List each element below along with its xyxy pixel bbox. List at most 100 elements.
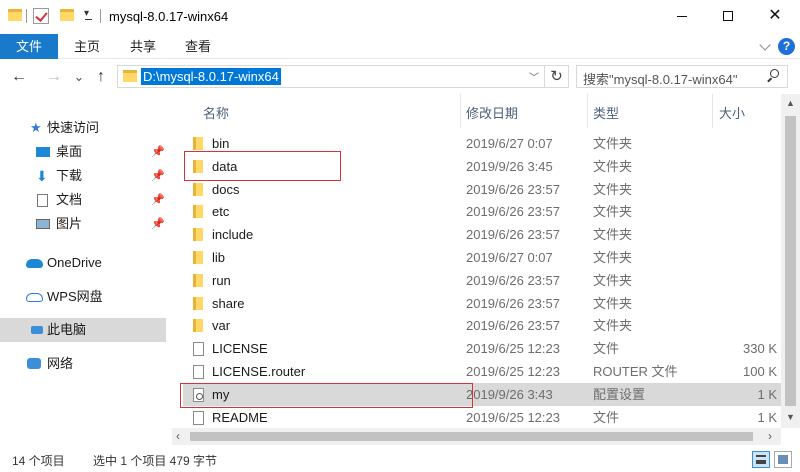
address-path[interactable]: D:\mysql-8.0.17-winx64 (141, 68, 281, 85)
file-name: README (212, 409, 268, 425)
column-header-date[interactable]: 修改日期 (461, 94, 587, 128)
back-button[interactable]: ← (10, 67, 28, 87)
file-row[interactable]: etc 2019/6/26 23:57 文件夹 (183, 200, 781, 223)
file-date: 2019/6/27 0:07 (466, 250, 553, 265)
tab-file[interactable]: 文件 (0, 34, 58, 59)
customize-toolbar-icon[interactable]: ▾ (84, 8, 93, 20)
file-row[interactable]: share 2019/6/26 23:57 文件夹 (183, 292, 781, 315)
pictures-icon (36, 219, 50, 229)
folder-icon (193, 228, 203, 242)
details-view-button[interactable] (752, 451, 770, 468)
title-bar: ▾ mysql-8.0.17-winx64 ✕ (0, 0, 800, 34)
desktop-icon (36, 147, 50, 157)
nav-label: 图片 (56, 216, 83, 231)
nav-item-onedrive[interactable]: OneDrive (0, 251, 166, 275)
selection-info: 选中 1 个项目 479 字节 (93, 454, 218, 468)
tab-home[interactable]: 主页 (72, 34, 102, 59)
file-date: 2019/9/26 3:43 (466, 386, 553, 402)
highlight-box-my (180, 383, 473, 408)
file-date: 2019/6/25 12:23 (466, 409, 560, 425)
folder-icon[interactable] (8, 9, 22, 21)
up-button[interactable]: ↑ (92, 67, 110, 87)
minimize-icon (677, 15, 687, 17)
file-row[interactable]: README 2019/6/25 12:23 文件 1 K (183, 406, 781, 429)
file-row[interactable]: LICENSE.router 2019/6/25 12:23 ROUTER 文件 10… (183, 360, 781, 383)
folder-icon (193, 251, 203, 264)
separator (26, 9, 27, 23)
new-folder-icon[interactable] (60, 9, 74, 21)
file-name: run (212, 272, 231, 288)
nav-item-this-pc[interactable]: 此电脑 (0, 318, 166, 342)
nav-item-desktop[interactable]: 桌面 📌 (0, 140, 166, 164)
address-bar[interactable]: D:\mysql-8.0.17-winx64 ﹀ (117, 65, 545, 88)
file-size: 100 K (743, 364, 777, 379)
nav-item-downloads[interactable]: ⬇ 下载 📌 (0, 164, 166, 188)
file-icon (193, 410, 204, 425)
nav-item-network[interactable]: 网络 (0, 352, 166, 376)
recent-locations-button[interactable]: ⌄ (70, 67, 88, 87)
pin-icon[interactable]: 📌 (151, 140, 165, 164)
folder-icon (193, 137, 203, 150)
column-header-size[interactable]: 大小 (713, 94, 781, 128)
file-date: 2019/6/26 23:57 (466, 227, 560, 243)
ribbon-tabs: 文件 主页 共享 查看 ? (0, 34, 800, 59)
file-type: 文件夹 (593, 250, 633, 265)
tab-view[interactable]: 查看 (183, 34, 213, 59)
scroll-left-icon[interactable]: ‹ (176, 429, 180, 443)
cloud-icon (26, 259, 43, 268)
column-label: 名称 (203, 106, 230, 121)
large-icons-view-button[interactable] (774, 451, 792, 468)
nav-item-documents[interactable]: 文档 📌 (0, 188, 166, 212)
file-row[interactable]: run 2019/6/26 23:57 文件夹 (183, 269, 781, 292)
file-date: 2019/6/26 23:57 (466, 318, 560, 334)
pin-icon[interactable]: 📌 (151, 164, 165, 188)
computer-icon (31, 326, 43, 334)
file-name: LICENSE.router (212, 364, 306, 379)
file-row[interactable]: include 2019/6/26 23:57 文件夹 (183, 223, 781, 246)
status-bar: 14 个项目 选中 1 个项目 479 字节 (0, 446, 800, 472)
column-label: 类型 (593, 106, 620, 121)
pin-icon[interactable]: 📌 (151, 212, 165, 236)
properties-check-icon[interactable] (33, 8, 49, 24)
file-name: docs (212, 181, 240, 197)
minimize-button[interactable] (659, 0, 705, 32)
chevron-down-icon[interactable]: ﹀ (529, 69, 539, 84)
file-type: 文件夹 (593, 295, 633, 311)
network-icon (27, 358, 41, 369)
nav-item-wps[interactable]: WPS网盘 (0, 285, 166, 309)
tab-share[interactable]: 共享 (128, 34, 158, 59)
vertical-scrollbar[interactable]: ▲ ▼ (781, 94, 800, 428)
close-button[interactable]: ✕ (752, 0, 798, 32)
scroll-up-icon[interactable]: ▲ (786, 98, 795, 108)
refresh-button[interactable]: ↻ (545, 65, 569, 88)
scroll-down-icon[interactable]: ▼ (786, 412, 795, 422)
nav-label: 桌面 (56, 144, 83, 159)
file-row[interactable]: LICENSE 2019/6/25 12:23 文件 330 K (183, 337, 781, 360)
forward-button[interactable]: → (45, 67, 63, 87)
scroll-thumb[interactable] (785, 116, 796, 406)
file-size: 1 K (757, 409, 777, 425)
scroll-thumb[interactable] (190, 432, 753, 441)
maximize-button[interactable] (705, 0, 751, 32)
nav-quick-access[interactable]: ★ 快速访问 (0, 116, 166, 140)
file-name: etc (212, 204, 230, 220)
file-row[interactable]: lib 2019/6/27 0:07 文件夹 (183, 246, 781, 269)
nav-item-pictures[interactable]: 图片 📌 (0, 212, 166, 236)
nav-label: 网络 (47, 356, 74, 371)
folder-icon (193, 296, 203, 310)
column-header-type[interactable]: 类型 (588, 94, 712, 128)
scroll-right-icon[interactable]: › (768, 429, 772, 443)
search-input[interactable]: 搜索"mysql-8.0.17-winx64" (576, 65, 788, 88)
search-icon[interactable] (766, 69, 779, 83)
help-icon[interactable]: ? (778, 38, 795, 55)
column-header-name[interactable]: 名称 (183, 94, 460, 128)
nav-label: 此电脑 (47, 322, 87, 337)
expand-ribbon-icon[interactable] (759, 39, 771, 51)
pin-icon[interactable]: 📌 (151, 188, 165, 212)
file-row[interactable]: docs 2019/6/26 23:57 文件夹 (183, 178, 781, 201)
file-date: 2019/6/25 12:23 (466, 364, 560, 379)
separator (100, 9, 101, 23)
file-row[interactable]: var 2019/6/26 23:57 文件夹 (183, 314, 781, 337)
horizontal-scrollbar[interactable]: ‹ › (172, 428, 781, 445)
file-date: 2019/6/27 0:07 (466, 136, 553, 151)
